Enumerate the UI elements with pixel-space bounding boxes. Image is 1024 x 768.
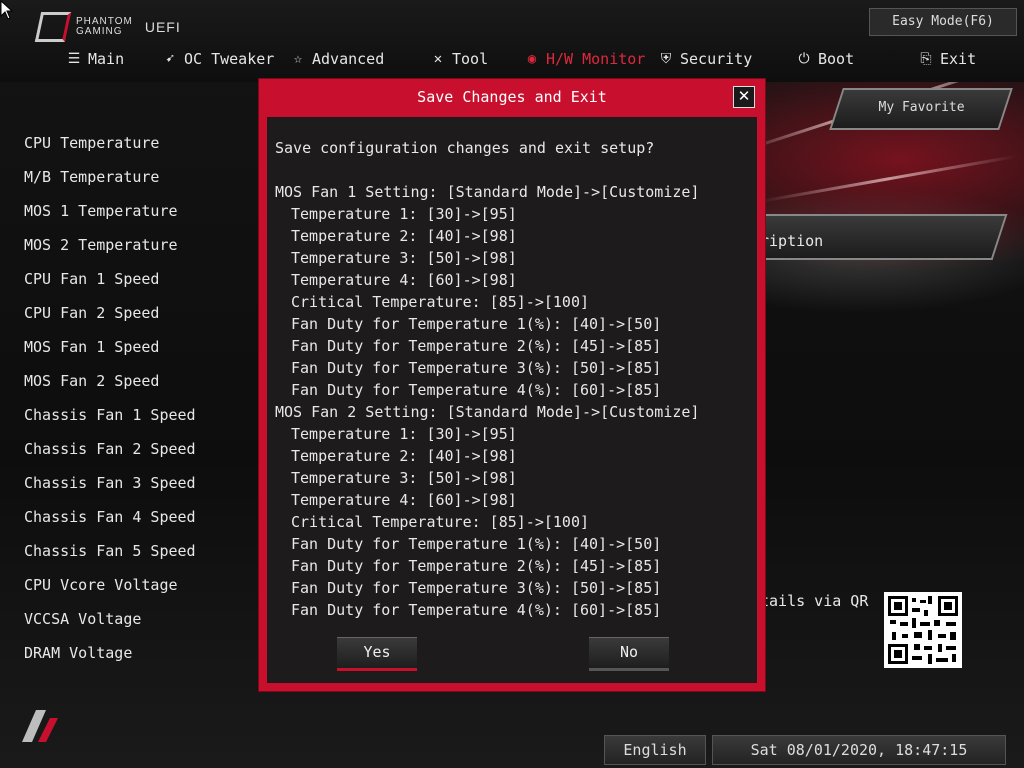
dialog-line: Fan Duty for Temperature 2(%): [45]->[85… bbox=[291, 557, 662, 575]
dialog-line: Fan Duty for Temperature 4(%): [60]->[85… bbox=[291, 381, 662, 399]
brand-logo: PHANTOM GAMING UEFI bbox=[34, 12, 181, 42]
tab-label: Advanced bbox=[312, 50, 385, 68]
shield-icon: ⛨ bbox=[660, 51, 672, 67]
dialog-line: Temperature 2: [40]->[98] bbox=[291, 447, 517, 465]
save-changes-dialog: Save Changes and Exit ✕ Save configurati… bbox=[258, 78, 766, 692]
dialog-line: Fan Duty for Temperature 3(%): [50]->[85… bbox=[291, 359, 662, 377]
list-item[interactable]: Chassis Fan 2 Speed bbox=[24, 440, 196, 458]
exit-icon: ⎘ bbox=[920, 51, 932, 67]
tab-advanced[interactable]: ☆ Advanced bbox=[290, 50, 384, 68]
list-item[interactable]: CPU Fan 1 Speed bbox=[24, 270, 159, 288]
dialog-line: Critical Temperature: [85]->[100] bbox=[291, 513, 590, 531]
list-item[interactable]: DRAM Voltage bbox=[24, 644, 132, 662]
tab-label: H/W Monitor bbox=[546, 50, 646, 68]
qr-pattern bbox=[888, 596, 958, 664]
close-icon[interactable]: ✕ bbox=[733, 86, 755, 108]
dialog-title: Save Changes and Exit bbox=[417, 88, 607, 106]
list-item[interactable]: CPU Temperature bbox=[24, 134, 159, 152]
dialog-line: Fan Duty for Temperature 3(%): [50]->[85… bbox=[291, 579, 662, 597]
dialog-line: Fan Duty for Temperature 2(%): [45]->[85… bbox=[291, 337, 662, 355]
tab-hw-monitor[interactable]: ◉ H/W Monitor bbox=[524, 50, 646, 68]
tab-label: OC Tweaker bbox=[184, 50, 275, 68]
datetime-display: Sat 08/01/2020, 18:47:15 bbox=[712, 735, 1006, 765]
dialog-line: Temperature 1: [30]->[95] bbox=[291, 425, 517, 443]
dialog-line: Temperature 3: [50]->[98] bbox=[291, 469, 517, 487]
mouse-cursor-icon bbox=[0, 0, 14, 20]
tab-label: Main bbox=[88, 50, 125, 68]
description-label: ription bbox=[760, 232, 824, 250]
phantom-gaming-logo-icon bbox=[34, 12, 72, 42]
dialog-line: Temperature 2: [40]->[98] bbox=[291, 227, 517, 245]
list-item[interactable]: Chassis Fan 3 Speed bbox=[24, 474, 196, 492]
list-icon: ☰ bbox=[67, 51, 81, 67]
brand-text: PHANTOM GAMING bbox=[76, 17, 133, 37]
uefi-label: UEFI bbox=[144, 19, 181, 35]
yes-button[interactable]: Yes bbox=[337, 637, 417, 671]
monitor-icon: ◉ bbox=[527, 51, 537, 67]
list-item[interactable]: M/B Temperature bbox=[24, 168, 159, 186]
dialog-line: MOS Fan 2 Setting: [Standard Mode]->[Cus… bbox=[275, 403, 700, 421]
list-item[interactable]: MOS 2 Temperature bbox=[24, 236, 178, 254]
tab-label: Tool bbox=[452, 50, 489, 68]
qr-code-icon bbox=[884, 592, 962, 668]
list-item[interactable]: CPU Vcore Voltage bbox=[24, 576, 178, 594]
easy-mode-button[interactable]: Easy Mode(F6) bbox=[869, 8, 1017, 36]
brand-line2: GAMING bbox=[76, 26, 123, 37]
dialog-line: Temperature 4: [60]->[98] bbox=[291, 271, 517, 289]
language-button[interactable]: English bbox=[604, 735, 706, 765]
tab-exit[interactable]: ⎘ Exit bbox=[918, 50, 976, 68]
list-item[interactable]: MOS Fan 1 Speed bbox=[24, 338, 159, 356]
list-item[interactable]: Chassis Fan 5 Speed bbox=[24, 542, 196, 560]
rocket-icon: ➹ bbox=[165, 51, 175, 67]
dialog-line: MOS Fan 1 Setting: [Standard Mode]->[Cus… bbox=[275, 183, 700, 201]
qr-label: tails via QR bbox=[760, 592, 869, 610]
no-button[interactable]: No bbox=[589, 637, 669, 671]
dialog-line: Temperature 4: [60]->[98] bbox=[291, 491, 517, 509]
star-icon: ☆ bbox=[293, 51, 303, 67]
tab-label: Security bbox=[680, 50, 753, 68]
dialog-line: Temperature 1: [30]->[95] bbox=[291, 205, 517, 223]
dialog-line: Temperature 3: [50]->[98] bbox=[291, 249, 517, 267]
tab-boot[interactable]: ⏻ Boot bbox=[796, 50, 854, 68]
dialog-question: Save configuration changes and exit setu… bbox=[275, 139, 655, 157]
my-favorite-button[interactable]: My Favorite bbox=[829, 88, 1013, 130]
tab-security[interactable]: ⛨ Security bbox=[658, 50, 753, 68]
list-item[interactable]: Chassis Fan 4 Speed bbox=[24, 508, 196, 526]
tab-label: Exit bbox=[940, 50, 977, 68]
my-favorite-label: My Favorite bbox=[878, 100, 965, 115]
tab-oc-tweaker[interactable]: ➹ OC Tweaker bbox=[162, 50, 275, 68]
list-item[interactable]: MOS Fan 2 Speed bbox=[24, 372, 159, 390]
phantom-gaming-badge-icon bbox=[22, 710, 58, 742]
top-bar: PHANTOM GAMING UEFI Easy Mode(F6) ☰ Main… bbox=[0, 0, 1024, 82]
tab-tool[interactable]: ✕ Tool bbox=[430, 50, 488, 68]
dialog-line: Fan Duty for Temperature 1(%): [40]->[50… bbox=[291, 535, 662, 553]
dialog-line: Fan Duty for Temperature 4(%): [60]->[85… bbox=[291, 601, 662, 619]
power-icon: ⏻ bbox=[798, 51, 810, 67]
dialog-line: Critical Temperature: [85]->[100] bbox=[291, 293, 590, 311]
tab-main[interactable]: ☰ Main bbox=[66, 50, 124, 68]
tab-label: Boot bbox=[818, 50, 855, 68]
dialog-line: Fan Duty for Temperature 1(%): [40]->[50… bbox=[291, 315, 662, 333]
list-item[interactable]: Chassis Fan 1 Speed bbox=[24, 406, 196, 424]
list-item[interactable]: CPU Fan 2 Speed bbox=[24, 304, 159, 322]
list-item[interactable]: VCCSA Voltage bbox=[24, 610, 141, 628]
list-item[interactable]: MOS 1 Temperature bbox=[24, 202, 178, 220]
tools-icon: ✕ bbox=[433, 51, 443, 67]
dialog-body: Save configuration changes and exit setu… bbox=[267, 117, 757, 683]
